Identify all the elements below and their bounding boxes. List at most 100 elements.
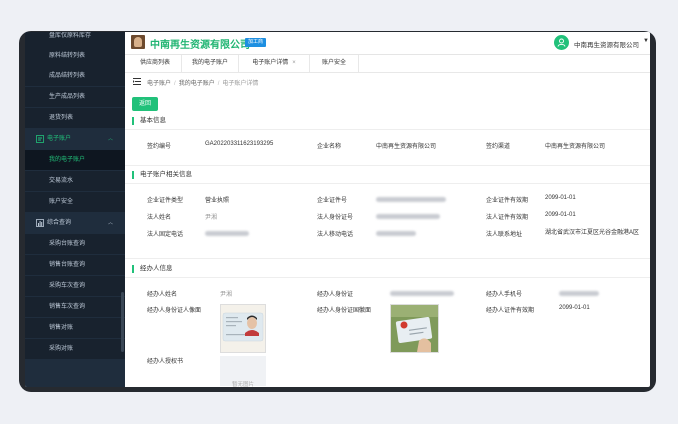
sidebar-item-transactions[interactable]: 交易流水 bbox=[25, 171, 125, 191]
auth-letter-placeholder: 暂无图片 bbox=[220, 356, 266, 387]
legal-mobile-redacted bbox=[376, 231, 416, 236]
sidebar-item-my-account[interactable]: 我的电子账户 bbox=[25, 150, 125, 170]
legal-addr-value: 湖北省武汉市江夏区光谷金融港A区 bbox=[545, 230, 640, 236]
role-badge: 加工商 bbox=[245, 38, 267, 47]
agent-phone-label: 经办人手机号 bbox=[486, 292, 523, 298]
cert-no-redacted bbox=[376, 197, 446, 202]
cert-type-label: 企业证件类型 bbox=[147, 198, 184, 204]
sidebar-item-label: 销售台账查询 bbox=[49, 262, 86, 268]
id-front-photo[interactable] bbox=[220, 304, 266, 353]
id-back-label: 经办人身份证国徽面 bbox=[317, 308, 372, 314]
sidebar-item-sales-ledger[interactable]: 销售台账查询 bbox=[25, 255, 125, 275]
sidebar-group-e-account[interactable]: 电子账户 ︿ bbox=[25, 129, 125, 149]
sidebar-group-label: 电子账户 bbox=[47, 136, 72, 142]
tab-supplier-list[interactable]: 供应商列表 bbox=[129, 55, 182, 72]
top-header: 中南再生资源有限公司 加工商 中南再生资源有限公司 ▼ bbox=[125, 32, 650, 55]
sidebar-item-label: 成品结转列表 bbox=[49, 73, 86, 79]
divider bbox=[125, 165, 650, 166]
id-front-label: 经办人身份证人像面 bbox=[147, 308, 202, 314]
tab-label: 供应商列表 bbox=[139, 60, 170, 66]
breadcrumb: 电子账户 / 我的电子账户 / 电子账户详情 bbox=[147, 81, 259, 87]
agent-phone-redacted bbox=[559, 291, 599, 296]
sidebar-item-label: 销售对账 bbox=[49, 325, 74, 331]
legal-mobile-label: 法人移动电话 bbox=[317, 232, 354, 238]
chevron-up-icon: ︿ bbox=[108, 220, 114, 226]
company-name-value: 中南再生资源有限公司 bbox=[376, 144, 437, 150]
sidebar: 盘库仅原料库存 原料结转列表 成品结转列表 生产成品列表 退货列表 电子账户 ︿… bbox=[25, 32, 125, 387]
sidebar-item-label: 采购车次查询 bbox=[49, 283, 86, 289]
sidebar-item-raw-transfer[interactable]: 原料结转列表 bbox=[25, 46, 125, 66]
company-name-label: 企业名称 bbox=[317, 144, 342, 150]
sidebar-item-product-transfer[interactable]: 成品结转列表 bbox=[25, 66, 125, 86]
section-title-account: 电子账户相关信息 bbox=[132, 171, 192, 179]
sidebar-item-purchase-ledger[interactable]: 采购台账查询 bbox=[25, 234, 125, 254]
agent-info-card: 经办人姓名 尹湘 经办人身份证 经办人手机号 经办人身份证人像面 经办人身份证国… bbox=[132, 278, 647, 387]
sidebar-item-purchase-reconcile[interactable]: 采购对账 bbox=[25, 339, 125, 359]
tab-label: 我的电子账户 bbox=[191, 60, 228, 66]
sidebar-group-label: 综合查询 bbox=[47, 220, 72, 226]
sidebar-item-sales-reconcile[interactable]: 销售对账 bbox=[25, 318, 125, 338]
legal-id-label: 法人身份证号 bbox=[317, 215, 354, 221]
tab-my-account[interactable]: 我的电子账户 bbox=[182, 55, 239, 72]
back-button[interactable]: 返回 bbox=[132, 97, 158, 111]
agent-name-label: 经办人姓名 bbox=[147, 292, 178, 298]
sidebar-item-returns[interactable]: 退货列表 bbox=[25, 108, 125, 128]
auth-letter-label: 经办人授权书 bbox=[147, 359, 184, 365]
tab-account-security[interactable]: 账户安全 bbox=[310, 55, 359, 72]
user-icon bbox=[557, 38, 566, 47]
user-name[interactable]: 中南再生资源有限公司 bbox=[574, 39, 639, 49]
sidebar-item-security[interactable]: 账户安全 bbox=[25, 192, 125, 212]
tab-label: 电子账户详情 bbox=[252, 60, 289, 66]
close-icon[interactable]: × bbox=[292, 60, 296, 66]
breadcrumb-item[interactable]: 我的电子账户 bbox=[179, 81, 215, 87]
agent-name-value: 尹湘 bbox=[220, 292, 233, 298]
company-logo bbox=[131, 35, 145, 49]
legal-valid-label: 法人证件有效期 bbox=[486, 215, 529, 221]
legal-phone-label: 法人固定电话 bbox=[147, 232, 184, 238]
basic-info-card: 签约编号 GA202203311623193295 企业名称 中南再生资源有限公… bbox=[132, 130, 647, 165]
account-info-card: 企业证件类型 营业执照 企业证件号 企业证件有效期 2099-01-01 法人姓… bbox=[132, 184, 647, 259]
sign-no-value: GA202203311623193295 bbox=[205, 141, 274, 147]
sidebar-item-label: 生产成品列表 bbox=[49, 94, 86, 100]
menu-fold-icon[interactable] bbox=[133, 78, 141, 85]
sidebar-item-label: 退货列表 bbox=[49, 115, 74, 121]
breadcrumb-item[interactable]: 电子账户 bbox=[147, 81, 171, 87]
legal-valid-value: 2099-01-01 bbox=[545, 212, 576, 218]
legal-addr-label: 法人联系地址 bbox=[486, 232, 523, 238]
sidebar-item-label: 采购对账 bbox=[49, 346, 74, 352]
agent-id-label: 经办人身份证 bbox=[317, 292, 354, 298]
caret-down-icon[interactable]: ▼ bbox=[643, 38, 649, 44]
tab-account-detail[interactable]: 电子账户详情 × bbox=[239, 55, 310, 72]
sidebar-group-query[interactable]: 综合查询 ︿ bbox=[25, 213, 125, 233]
app-window: 盘库仅原料库存 原料结转列表 成品结转列表 生产成品列表 退货列表 电子账户 ︿… bbox=[25, 32, 650, 387]
section-title-basic: 基本信息 bbox=[132, 117, 166, 125]
cert-type-value: 营业执照 bbox=[205, 198, 230, 204]
sidebar-item-label: 原料结转列表 bbox=[49, 53, 86, 59]
sidebar-item-label: 盘库仅原料库存 bbox=[49, 33, 92, 39]
breadcrumb-row: 电子账户 / 我的电子账户 / 电子账户详情 bbox=[125, 73, 650, 89]
sidebar-item-production[interactable]: 生产成品列表 bbox=[25, 87, 125, 107]
sidebar-item-purchase-trips[interactable]: 采购车次查询 bbox=[25, 276, 125, 296]
cert-no-label: 企业证件号 bbox=[317, 198, 348, 204]
sidebar-scrollbar[interactable] bbox=[121, 292, 124, 352]
sidebar-item-inventory[interactable]: 盘库仅原料库存 bbox=[25, 32, 125, 46]
legal-phone-redacted bbox=[205, 231, 249, 236]
sign-channel-label: 签约渠道 bbox=[486, 144, 511, 150]
divider bbox=[125, 258, 650, 259]
chevron-up-icon: ︿ bbox=[108, 136, 114, 142]
tab-label: 账户安全 bbox=[321, 60, 346, 66]
legal-id-redacted bbox=[376, 214, 440, 219]
agent-valid-label: 经办人证件有效期 bbox=[486, 308, 535, 314]
section-title-agent: 经办人信息 bbox=[132, 265, 173, 273]
tab-bar: 供应商列表 我的电子账户 电子账户详情 × 账户安全 bbox=[125, 55, 650, 73]
sign-channel-value: 中南再生资源有限公司 bbox=[545, 144, 606, 150]
chart-icon bbox=[36, 219, 44, 227]
sidebar-item-label: 账户安全 bbox=[49, 199, 74, 205]
sidebar-item-sales-trips[interactable]: 销售车次查询 bbox=[25, 297, 125, 317]
breadcrumb-item-current: 电子账户详情 bbox=[222, 81, 259, 87]
id-card-back-image bbox=[391, 305, 438, 352]
id-back-photo[interactable] bbox=[390, 304, 439, 353]
user-avatar[interactable] bbox=[554, 35, 569, 50]
agent-id-redacted bbox=[390, 291, 454, 296]
sidebar-item-label: 销售车次查询 bbox=[49, 304, 86, 310]
